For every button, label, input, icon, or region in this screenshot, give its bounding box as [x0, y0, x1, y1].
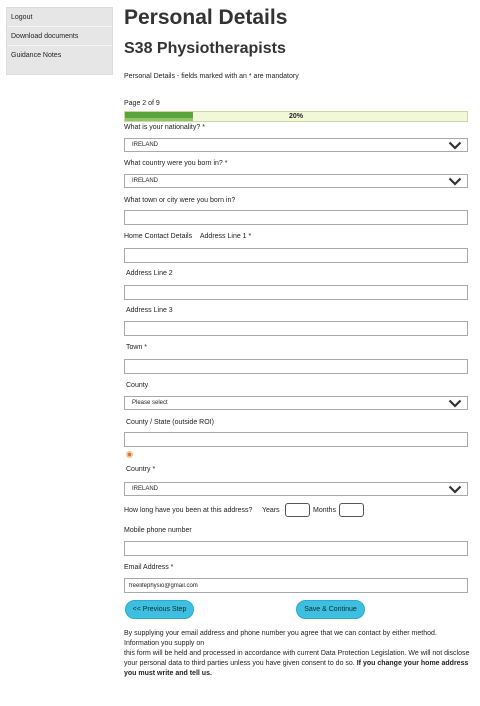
previous-step-button[interactable]: << Previous Step — [125, 600, 194, 619]
address-line-2-input[interactable] — [124, 285, 468, 300]
mobile-label: Mobile phone number — [124, 527, 192, 534]
info-icon[interactable] — [126, 451, 133, 458]
email-input[interactable] — [124, 578, 468, 593]
chevron-down-icon — [448, 177, 462, 186]
nationality-value: IRELAND — [132, 142, 159, 148]
county-label: County — [126, 382, 149, 389]
address-line-2-label: Address Line 2 — [126, 270, 173, 277]
mandatory-note: Personal Details - fields marked with an… — [124, 73, 299, 80]
birth-town-label: What town or city were you born in? — [124, 197, 236, 204]
county-state-label: County / State (outside ROI) — [126, 419, 214, 426]
county-select[interactable]: Please select — [124, 396, 468, 410]
page-title: Personal Details — [124, 6, 288, 29]
address-line-3-input[interactable] — [124, 321, 468, 336]
page-indicator: Page 2 of 9 — [124, 100, 160, 107]
address-line-3-label: Address Line 3 — [126, 307, 173, 314]
email-label: Email Address * — [124, 564, 174, 571]
chevron-down-icon — [448, 141, 462, 150]
months-label: Months — [313, 507, 336, 514]
sidebar-item-download-documents[interactable]: Download documents — [7, 27, 112, 46]
address-line-1-input[interactable] — [124, 248, 468, 263]
birth-country-label: What country were you born in? * — [124, 160, 228, 167]
town-label: Town * — [126, 344, 148, 351]
years-input[interactable] — [285, 503, 310, 517]
county-state-input[interactable] — [124, 432, 468, 447]
data-protection-notice: By supplying your email address and phon… — [124, 629, 470, 679]
chevron-down-icon — [448, 399, 462, 408]
years-label: Years — [262, 507, 280, 514]
notice-line-1: By supplying your email address and phon… — [124, 630, 437, 637]
sidebar-item-guidance-notes[interactable]: Guidance Notes — [7, 46, 112, 74]
progress-percent: 20% — [288, 113, 303, 120]
nationality-label: What is your nationality? * — [124, 124, 205, 131]
page-subtitle: S38 Physiotherapists — [124, 40, 286, 57]
months-input[interactable] — [339, 503, 364, 517]
county-value: Please select — [132, 400, 168, 406]
duration-label: How long have you been at this address? — [124, 507, 253, 514]
progress-bar: 20% — [124, 111, 468, 122]
birth-country-select[interactable]: IRELAND — [124, 174, 468, 188]
birth-country-value: IRELAND — [132, 178, 159, 184]
save-continue-button[interactable]: Save & Continue — [296, 600, 365, 619]
chevron-down-icon — [448, 485, 462, 494]
address-heading: Home Contact Details Address Line 1 * — [124, 233, 251, 240]
town-input[interactable] — [124, 359, 468, 374]
birth-town-input[interactable] — [124, 210, 468, 225]
country-select[interactable]: IRELAND — [124, 482, 468, 496]
country-label: Country * — [126, 466, 156, 473]
notice-line-2: Information you supply on — [124, 640, 205, 647]
notice-line-3: this form will be held and processed in … — [124, 649, 470, 679]
country-value: IRELAND — [132, 486, 159, 492]
mobile-input[interactable] — [124, 541, 468, 556]
sidebar: Logout Download documents Guidance Notes — [6, 7, 113, 75]
home-contact-details-label: Home Contact Details — [124, 233, 193, 240]
address-line-1-label: Address Line 1 * — [199, 233, 252, 240]
nationality-select[interactable]: IRELAND — [124, 138, 468, 152]
sidebar-item-logout[interactable]: Logout — [7, 8, 112, 27]
